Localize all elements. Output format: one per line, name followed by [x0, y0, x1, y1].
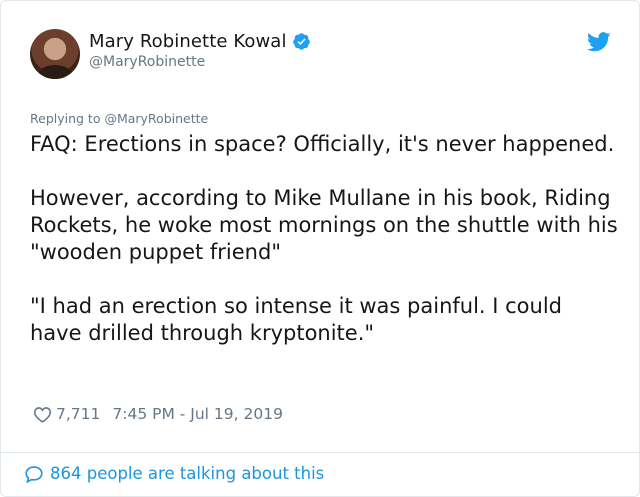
tweet-paragraph: However, according to Mike Mullane in hi…: [30, 186, 618, 264]
verified-badge-icon: [292, 33, 310, 50]
like-count[interactable]: 7,711: [56, 405, 100, 423]
tweet-body: FAQ: Erections in space? Officially, it'…: [30, 131, 620, 374]
conversation-count-text[interactable]: 864 people are talking about this: [50, 464, 324, 483]
author-display-name[interactable]: Mary Robinette Kowal: [89, 31, 287, 52]
tweet-paragraph: "I had an erection so intense it was pai…: [30, 294, 563, 345]
twitter-bird-icon[interactable]: [587, 32, 611, 52]
avatar-shoulders: [38, 65, 72, 79]
tweet-timestamp[interactable]: 7:45 PM - Jul 19, 2019: [112, 405, 283, 423]
replying-to-label[interactable]: Replying to @MaryRobinette: [30, 111, 208, 126]
tweet-paragraph: FAQ: Erections in space? Officially, it'…: [30, 132, 615, 156]
tweet-card[interactable]: Mary Robinette Kowal @MaryRobinette Repl…: [0, 0, 640, 497]
tweet-meta: 7,711 7:45 PM - Jul 19, 2019: [33, 405, 283, 423]
conversation-link[interactable]: 864 people are talking about this: [24, 464, 324, 483]
heart-icon[interactable]: [33, 406, 52, 423]
author-name-row: Mary Robinette Kowal: [89, 31, 311, 52]
divider: [1, 452, 640, 453]
author-handle[interactable]: @MaryRobinette: [89, 54, 205, 70]
speech-bubble-icon: [25, 465, 43, 483]
avatar[interactable]: [30, 29, 80, 79]
